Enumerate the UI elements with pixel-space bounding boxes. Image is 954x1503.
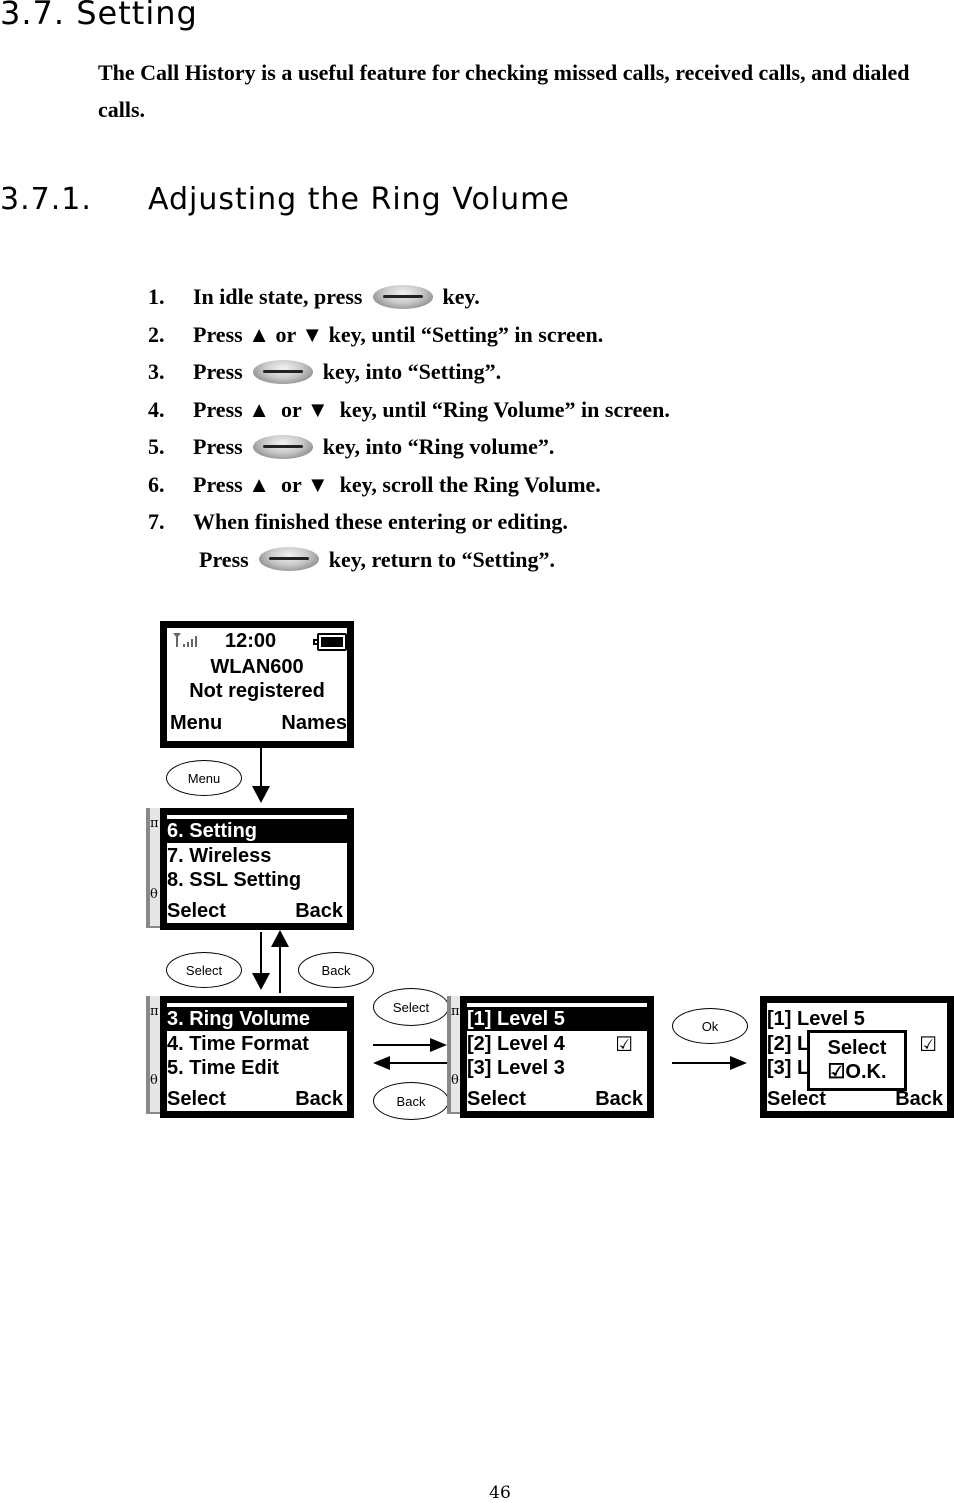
step-text: In idle state, press <box>193 284 363 309</box>
arrow-up-icon <box>271 930 289 947</box>
arrow-right-icon <box>730 1056 747 1070</box>
arrow-line <box>260 932 262 976</box>
volume-level[interactable]: [3] Level 3 <box>467 1056 647 1080</box>
select-key-label: Select <box>373 988 449 1026</box>
volume-level-selected[interactable]: [1] Level 5 <box>467 1007 647 1031</box>
center-key-icon <box>252 359 313 384</box>
step-number: 4. <box>148 396 165 422</box>
page-number: 46 <box>489 1483 511 1503</box>
step-text: Press <box>193 359 243 384</box>
subsection-title: Adjusting the Ring Volume <box>148 182 570 217</box>
scroll-down-icon: θ <box>451 1073 459 1088</box>
arrow-line <box>279 945 281 993</box>
menu-item[interactable]: 7. Wireless <box>167 844 347 868</box>
arrow-down-icon <box>252 786 270 803</box>
menu-item[interactable]: 8. SSL Setting <box>167 868 347 892</box>
scroll-up-icon: π <box>150 816 159 831</box>
arrow-left-icon <box>373 1056 390 1070</box>
signal-icon <box>173 633 197 647</box>
center-key-icon <box>372 284 433 309</box>
softkey-select[interactable]: Select <box>167 899 226 923</box>
step-7: 7. When finished these entering or editi… <box>148 503 670 541</box>
scroll-down-icon: θ <box>150 887 158 902</box>
select-key-label: Select <box>166 952 242 988</box>
menu-item-selected[interactable]: 6. Setting <box>167 819 347 843</box>
step-text: Press ▲ or ▼ key, scroll the Ring Volume… <box>193 471 601 497</box>
center-key-icon <box>258 547 319 572</box>
step-text: Press ▲ or ▼ key, until “Setting” in scr… <box>193 321 604 347</box>
section-intro: The Call History is a useful feature for… <box>98 60 910 122</box>
center-key-icon <box>252 434 313 459</box>
setting-item[interactable]: 4. Time Format <box>167 1032 347 1056</box>
step-number: 3. <box>148 359 165 384</box>
step-text: Press <box>193 434 243 459</box>
softkey-back[interactable]: Back <box>295 1087 343 1111</box>
step-1: 1. In idle state, press key. <box>148 278 670 316</box>
step-3: 3. Press key, into “Setting”. <box>148 353 670 391</box>
confirm-popup: Select ☑O.K. <box>807 1030 907 1091</box>
step-text: key, into “Setting”. <box>322 359 502 384</box>
arrow-line <box>672 1062 732 1064</box>
menu-key-label: Menu <box>166 760 242 796</box>
volume-level: [1] Level 5 <box>767 1008 865 1030</box>
step-7-continued: Press key, return to “Setting”. <box>148 541 670 579</box>
arrow-line <box>390 1062 448 1064</box>
arrow-right-icon <box>430 1038 447 1052</box>
softkey-back[interactable]: Back <box>295 899 343 923</box>
setting-screen: 3. Ring Volume 4. Time Format 5. Time Ed… <box>160 996 354 1118</box>
steps-list: 1. In idle state, press key. 2. Press ▲ … <box>148 278 670 578</box>
softkey-names[interactable]: Names <box>281 711 347 735</box>
confirm-screen: [1] Level 5 [2] Level 4 ☑ [3] Level 3 Se… <box>760 996 954 1118</box>
step-text: key. <box>442 284 480 309</box>
step-text: Press <box>199 546 249 572</box>
back-key-label: Back <box>373 1082 449 1120</box>
device-name: WLAN600 <box>210 656 304 678</box>
arrow-down-icon <box>252 973 270 990</box>
subsection-heading: 3.7.1. Adjusting the Ring Volume <box>0 182 570 217</box>
step-2: 2. Press ▲ or ▼ key, until “Setting” in … <box>148 316 670 354</box>
step-number: 1. <box>148 284 165 309</box>
popup-title: Select <box>827 1037 887 1059</box>
section-heading: 3.7. Setting <box>0 0 198 32</box>
softkey-select[interactable]: Select <box>467 1087 526 1111</box>
softkey-back[interactable]: Back <box>595 1087 643 1111</box>
scroll-up-icon: π <box>150 1004 159 1019</box>
checkbox-checked-icon: ☑ <box>615 1032 633 1056</box>
back-key-label: Back <box>298 952 374 988</box>
step-text: key, into “Ring volume”. <box>322 434 555 459</box>
step-5: 5. Press key, into “Ring volume”. <box>148 428 670 466</box>
menu-screen: 6. Setting 7. Wireless 8. SSL Setting Se… <box>160 808 354 930</box>
step-text: Press ▲ or ▼ key, until “Ring Volume” in… <box>193 396 670 422</box>
step-number: 5. <box>148 434 165 459</box>
step-text: When finished these entering or editing. <box>193 509 568 534</box>
step-6: 6. Press ▲ or ▼ key, scroll the Ring Vol… <box>148 466 670 504</box>
step-number: 2. <box>148 321 165 347</box>
arrow-line <box>373 1044 431 1046</box>
step-number: 6. <box>148 471 165 497</box>
battery-icon <box>313 633 347 651</box>
popup-ok-option[interactable]: ☑O.K. <box>810 1060 904 1084</box>
setting-item-selected[interactable]: 3. Ring Volume <box>167 1007 347 1031</box>
subsection-number: 3.7.1. <box>0 182 92 217</box>
ok-key-label: Ok <box>672 1008 748 1044</box>
step-4: 4. Press ▲ or ▼ key, until “Ring Volume”… <box>148 391 670 429</box>
arrow-line <box>260 748 262 788</box>
step-number: 7. <box>148 509 165 534</box>
volume-screen: [1] Level 5 [2] Level 4 ☑ [3] Level 3 Se… <box>460 996 654 1118</box>
clock-time: 12:00 <box>225 630 277 652</box>
scroll-up-icon: π <box>451 1004 460 1019</box>
softkey-select[interactable]: Select <box>167 1087 226 1111</box>
step-text: key, return to “Setting”. <box>328 546 556 572</box>
scroll-down-icon: θ <box>150 1073 158 1088</box>
softkey-menu[interactable]: Menu <box>170 711 222 735</box>
setting-item[interactable]: 5. Time Edit <box>167 1056 347 1080</box>
registration-status: Not registered <box>189 680 325 702</box>
checkbox-checked-icon: ☑ <box>919 1032 937 1056</box>
idle-screen: 12:00 WLAN600 Not registered Menu Names <box>160 621 354 748</box>
